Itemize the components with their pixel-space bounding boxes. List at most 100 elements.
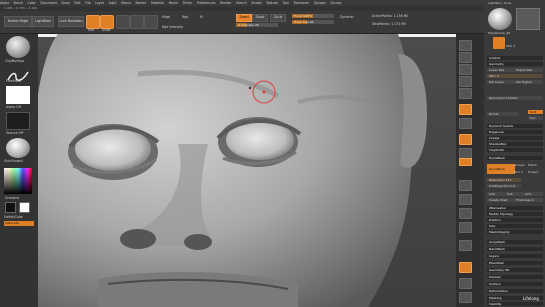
- menu-preferences[interactable]: Preferences: [197, 1, 216, 5]
- project-toggle[interactable]: Project: [528, 170, 538, 174]
- arraymesh-header[interactable]: ArrayMesh: [487, 240, 543, 244]
- thickness-slider[interactable]: Thickness 4: [514, 198, 543, 202]
- zoom3d-button[interactable]: [459, 208, 472, 219]
- rotate3d-button[interactable]: [459, 222, 472, 233]
- menu-movie[interactable]: Movie: [169, 1, 178, 5]
- canvas-viewport[interactable]: [38, 34, 456, 307]
- del-higher-button[interactable]: Del Higher: [514, 80, 543, 84]
- smt-toggle[interactable]: Smt: [528, 110, 543, 114]
- dynamic-subdiv-header[interactable]: Dynamic Subdiv: [487, 124, 543, 128]
- alpha-thumbnail[interactable]: [6, 86, 30, 104]
- edit-button[interactable]: Edit: [86, 15, 100, 32]
- menu-light[interactable]: Light: [109, 1, 117, 5]
- del-lower-button[interactable]: Del Lower: [487, 80, 515, 84]
- head-thumbnail[interactable]: [516, 8, 540, 30]
- menu-document[interactable]: Document: [40, 1, 57, 5]
- floor-button[interactable]: [459, 118, 472, 129]
- menu-stencil[interactable]: Stencil: [236, 1, 247, 5]
- menu-file[interactable]: File: [85, 1, 90, 5]
- dynamesh-header[interactable]: DynaMesh: [487, 156, 543, 160]
- scale-button[interactable]: [130, 15, 144, 29]
- live-boolean-button[interactable]: Live Boolean: [58, 16, 84, 27]
- modify-topology-header[interactable]: Modify Topology: [487, 212, 543, 216]
- add-button[interactable]: Add: [487, 192, 505, 196]
- color-picker[interactable]: [4, 168, 32, 194]
- switch-color-button[interactable]: SwitchColor: [4, 215, 23, 219]
- menu-stroke[interactable]: Stroke: [251, 1, 261, 5]
- lower-res-button[interactable]: Lower Res: [487, 68, 515, 72]
- sub-button[interactable]: Sub: [505, 192, 523, 196]
- dynamic-button[interactable]: Dynamic: [340, 15, 354, 19]
- move-button[interactable]: [116, 15, 130, 29]
- main-color-swatch[interactable]: [5, 202, 16, 213]
- create-shell-button[interactable]: Create Shell: [487, 198, 515, 202]
- preview-header[interactable]: Preview: [487, 275, 543, 279]
- local-button[interactable]: [459, 134, 472, 145]
- menu-transform[interactable]: Transform: [293, 1, 309, 5]
- dynamesh-button[interactable]: DynaMesh: [487, 164, 515, 174]
- menu-brush[interactable]: Brush: [14, 1, 23, 5]
- polyf-button[interactable]: [459, 240, 472, 251]
- brush-thumbnail[interactable]: [6, 36, 30, 58]
- menu-render[interactable]: Render: [220, 1, 231, 5]
- position-header[interactable]: Position: [487, 218, 543, 222]
- polysphere-thumbnail[interactable]: [488, 8, 512, 30]
- solo-button[interactable]: [459, 292, 472, 303]
- zoom-button[interactable]: [459, 76, 472, 87]
- sdiv-slider[interactable]: SDiv 5: [487, 74, 543, 78]
- alternate-button[interactable]: Alternate: [4, 221, 34, 226]
- menu-tool[interactable]: Tool: [282, 1, 288, 5]
- zadd-button[interactable]: Zadd: [236, 14, 252, 22]
- divide-button[interactable]: Divide: [487, 112, 519, 116]
- claypolish-header[interactable]: ClayPolish: [487, 148, 543, 152]
- menu-color[interactable]: Color: [27, 1, 35, 5]
- menu-draw[interactable]: Draw: [62, 1, 70, 5]
- layers-header[interactable]: Layers: [487, 254, 543, 258]
- edgeloop-header[interactable]: EdgeLoop: [487, 130, 543, 134]
- texture-thumbnail[interactable]: [6, 112, 30, 130]
- simple-brush-icon[interactable]: [493, 37, 505, 49]
- zremesher-header[interactable]: ZRemesher: [487, 206, 543, 210]
- visibility-header[interactable]: Visibility: [487, 302, 543, 306]
- scroll-button[interactable]: [459, 64, 472, 75]
- reconstruct-subdiv-button[interactable]: Reconstruct Subdiv: [487, 96, 543, 100]
- meshintegrity-header[interactable]: MeshIntegrity: [487, 230, 543, 234]
- blur-slider[interactable]: Blur 2: [514, 170, 523, 174]
- shadowbox-header[interactable]: ShadowBox: [487, 142, 543, 146]
- frame-button[interactable]: [459, 180, 472, 191]
- subprojection-slider[interactable]: SubProjection 0.6: [487, 184, 521, 188]
- higher-res-button[interactable]: Higher Res: [514, 68, 543, 72]
- deformation-header[interactable]: Deformation: [487, 289, 543, 293]
- groups-toggle[interactable]: Groups: [514, 163, 525, 167]
- xyz-button[interactable]: [459, 158, 472, 166]
- menu-layer[interactable]: Layer: [95, 1, 104, 5]
- menu-picker[interactable]: Picker: [183, 1, 193, 5]
- draw-button[interactable]: Draw: [100, 15, 114, 32]
- spix-button[interactable]: [459, 52, 472, 63]
- polish-toggle[interactable]: Polish: [528, 163, 537, 167]
- geometry-header[interactable]: Geometry: [487, 62, 543, 66]
- menu-texture[interactable]: Texture: [266, 1, 278, 5]
- menu-edit[interactable]: Edit: [74, 1, 80, 5]
- menu-alpha[interactable]: Alpha: [0, 1, 9, 5]
- size-header[interactable]: Size: [487, 224, 543, 228]
- resolution-slider[interactable]: Resolution 512: [487, 178, 521, 182]
- home-page-button[interactable]: Home Page: [4, 16, 32, 27]
- draw-size-slider[interactable]: Draw Size 64: [292, 20, 334, 24]
- crease-header[interactable]: Crease: [487, 136, 543, 140]
- suv-toggle[interactable]: Suv: [528, 116, 543, 120]
- rotate-button[interactable]: [144, 15, 158, 29]
- nanomesh-header[interactable]: NanoMesh: [487, 247, 543, 251]
- menu-marker[interactable]: Marker: [135, 1, 146, 5]
- transp-button[interactable]: [459, 262, 472, 273]
- ghost-button[interactable]: [459, 278, 472, 289]
- material-thumbnail[interactable]: [6, 138, 30, 158]
- menu-zscript[interactable]: Zscript: [330, 1, 341, 5]
- stroke-thumbnail[interactable]: [6, 67, 30, 81]
- zsub-button[interactable]: Zsub: [252, 14, 268, 22]
- z-intensity-slider[interactable]: Z Intensity 25: [236, 23, 278, 27]
- menu-material[interactable]: Material: [151, 1, 164, 5]
- actual-button[interactable]: [459, 88, 472, 99]
- geometry-hd-header[interactable]: Geometry HD: [487, 268, 543, 272]
- menu-macro[interactable]: Macro: [121, 1, 131, 5]
